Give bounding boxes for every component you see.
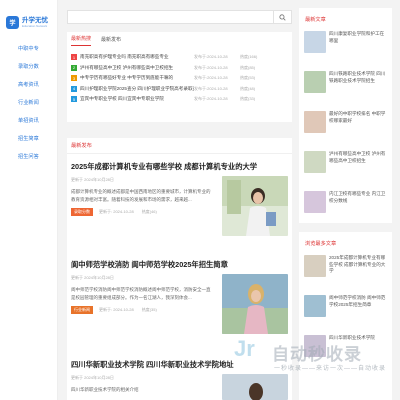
- list-item-date: 发布于:2024-10-28: [194, 96, 228, 102]
- recent-articles-panel: 最新文章 四川康复职业学院和护工在哪里 四川铁路职业技术学院 四川铁路职业技术学…: [299, 8, 392, 223]
- section-title: 最新发布: [67, 138, 292, 154]
- list-item[interactable]: 四川铁路职业技术学院 四川铁路职业技术学院招生: [299, 68, 392, 96]
- list-item-hot: 热度(48): [240, 85, 256, 91]
- list-item[interactable]: 2 泸州有哪些高中卫校 泸州有哪些高中卫校招生 发布于:2024-10-28 热…: [67, 63, 292, 74]
- rank-badge: 1: [71, 54, 77, 61]
- list-item-hot: 热度(85): [240, 64, 256, 70]
- list-item-date: 发布于:2024-10-28: [194, 75, 228, 81]
- nav-item-danzhao[interactable]: 单招资讯: [0, 112, 57, 130]
- search-button[interactable]: [274, 10, 292, 24]
- panel-title: 浏览最多文章: [305, 241, 337, 247]
- list-item[interactable]: 5 宜宾中专职业学校 四川宜宾中专职业学院 发布于:2024-10-28 热度(…: [67, 94, 292, 105]
- item-thumbnail: [304, 191, 326, 213]
- list-item-hot: 热度(33): [240, 96, 256, 102]
- rank-badge: 3: [71, 75, 77, 82]
- list-item-date: 发布于:2024-10-28: [194, 85, 228, 91]
- article-excerpt: 阆中师范学校消防阆中师范学校消防概述阆中师范学校，消防安全一直是校园管理的重要组…: [71, 287, 211, 300]
- article-hot: 热度(46): [141, 209, 157, 214]
- nav-item-industry[interactable]: 行业新闻: [0, 94, 57, 112]
- item-thumbnail: [304, 151, 326, 173]
- list-item[interactable]: 3 中专学历有哪些好专业 中专学历到底能干嘛的 发布于:2024-10-28 热…: [67, 73, 292, 84]
- item-title[interactable]: 四川铁路职业技术学院 四川铁路职业技术学院招生: [329, 71, 387, 93]
- list-item-date: 发布于:2024-10-28: [194, 54, 228, 60]
- article-date: 更新于: 2024-10-28: [99, 209, 134, 214]
- list-item[interactable]: 四川康复职业学院和护工在哪里: [299, 28, 392, 56]
- nav-item-scores[interactable]: 录取分数: [0, 58, 57, 76]
- list-item[interactable]: 最好的中职学校排名 中职学校哪家最好: [299, 108, 392, 136]
- article-excerpt: 四川华新职业技术学院的相关介绍: [71, 387, 139, 392]
- nav-item-qa[interactable]: 招生问答: [0, 148, 57, 166]
- rank-badge: 5: [71, 96, 77, 103]
- list-item-title[interactable]: 四川护理职业学院2025查分 四川护理职业学院高考录取查询: [80, 86, 194, 92]
- site-subtitle: Education Network: [22, 23, 48, 28]
- list-item[interactable]: 泸州有哪些高中卫校 泸州有哪些高中卫校招生: [299, 148, 392, 176]
- list-item-title[interactable]: 泸州有哪些高中卫校 泸州有哪些高中卫校招生: [80, 65, 194, 71]
- watermark: Jr 自动秒收录 一秒收录——来访一次——自动收录: [234, 336, 400, 376]
- item-thumbnail: [304, 295, 326, 317]
- article-thumbnail[interactable]: [222, 374, 288, 400]
- list-item[interactable]: 2025年成都计算机专业有哪些学校 成都计算机专业的大学: [299, 252, 392, 280]
- item-thumbnail: [304, 255, 326, 277]
- tab-hot-search[interactable]: 最新热搜: [71, 35, 92, 46]
- nav-item-brochure[interactable]: 招生简章: [0, 130, 57, 148]
- item-title[interactable]: 泸州有哪些高中卫校 泸州有哪些高中卫校招生: [329, 151, 387, 173]
- nav-item-zhongzhi[interactable]: 中职中专: [0, 40, 57, 58]
- article-item: 阆中师范学校消防 阆中师范学校2025年招生简章 更新于 2024年10月28日…: [71, 260, 288, 334]
- logo-icon: 学: [6, 15, 19, 29]
- search-icon: [279, 13, 286, 21]
- site-logo[interactable]: 学 升学无忧 Education Network: [0, 0, 57, 36]
- list-item[interactable]: 内江卫校有哪些专业 内江卫校分数线: [299, 188, 392, 216]
- hot-tabs: 最新热搜 最新发布: [67, 32, 292, 46]
- main-nav: 中职中专 录取分数 高考资讯 行业新闻 单招资讯 招生简章 招生问答: [0, 40, 57, 166]
- list-item[interactable]: 阆中师范学校消防 阆中师范学校2025年招生简章: [299, 292, 392, 320]
- article-title[interactable]: 2025年成都计算机专业有哪些学校 成都计算机专业的大学: [71, 162, 288, 172]
- list-item-date: 发布于:2024-10-28: [194, 64, 228, 70]
- thumbnail-image: [222, 374, 288, 400]
- article-thumbnail[interactable]: [222, 274, 288, 334]
- rank-badge: 4: [71, 85, 77, 92]
- category-tag[interactable]: 行业新闻: [71, 306, 93, 314]
- hot-list-card: 最新热搜 最新发布 1 南充职高有护理专业吗 南充职高有哪些专业 发布于:202…: [67, 32, 292, 122]
- rank-badge: 2: [71, 64, 77, 71]
- item-title[interactable]: 2025年成都计算机专业有哪些学校 成都计算机专业的大学: [329, 255, 387, 277]
- list-item-title[interactable]: 中专学历有哪些好专业 中专学历到底能干嘛的: [80, 75, 194, 81]
- list-item[interactable]: 1 南充职高有护理专业吗 南充职高有哪些专业 发布于:2024-10-28 热度…: [67, 52, 292, 63]
- article-excerpt: 成都计算机专业的概述成都是中国西南地区的重要城市，计算机专业的教育资源相对丰富。…: [71, 189, 211, 202]
- watermark-logo: Jr: [234, 336, 255, 361]
- category-tag[interactable]: 录取分数: [71, 208, 93, 216]
- article-date: 更新于: 2024-10-28: [99, 307, 134, 312]
- sidebar: 学 升学无忧 Education Network 中职中专 录取分数 高考资讯 …: [0, 0, 58, 400]
- item-thumbnail: [304, 71, 326, 93]
- nav-item-gaokao[interactable]: 高考资讯: [0, 76, 57, 94]
- list-item-title[interactable]: 宜宾中专职业学校 四川宜宾中专职业学院: [80, 96, 194, 102]
- article-item: 2025年成都计算机专业有哪些学校 成都计算机专业的大学 更新于 2024年10…: [71, 162, 288, 236]
- item-thumbnail: [304, 31, 326, 53]
- site-title: 升学无忧: [22, 16, 48, 24]
- thumbnail-image: [222, 176, 288, 236]
- article-hot: 热度(35): [141, 307, 157, 312]
- watermark-subtext: 一秒收录——来访一次——自动收录: [274, 366, 387, 372]
- item-title[interactable]: 最好的中职学校排名 中职学校哪家最好: [329, 111, 387, 133]
- item-title[interactable]: 内江卫校有哪些专业 内江卫校分数线: [329, 191, 387, 213]
- list-item-title[interactable]: 南充职高有护理专业吗 南充职高有哪些专业: [80, 54, 194, 60]
- panel-title: 最新文章: [305, 17, 326, 23]
- item-thumbnail: [304, 111, 326, 133]
- watermark-text: 自动秒收录: [272, 345, 362, 364]
- article-title[interactable]: 阆中师范学校消防 阆中师范学校2025年招生简章: [71, 260, 288, 270]
- list-item-hot: 热度(166): [240, 54, 258, 60]
- thumbnail-image: [222, 274, 288, 334]
- list-item[interactable]: 4 四川护理职业学院2025查分 四川护理职业学院高考录取查询 发布于:2024…: [67, 84, 292, 95]
- item-title[interactable]: 阆中师范学校消防 阆中师范学校2025年招生简章: [329, 295, 387, 317]
- search-input[interactable]: [67, 10, 274, 24]
- list-item-hot: 热度(53): [240, 75, 256, 81]
- tab-latest[interactable]: 最新发布: [101, 36, 121, 46]
- item-title[interactable]: 四川康复职业学院和护工在哪里: [329, 31, 387, 53]
- article-thumbnail[interactable]: [222, 176, 288, 236]
- search-bar: [67, 10, 292, 24]
